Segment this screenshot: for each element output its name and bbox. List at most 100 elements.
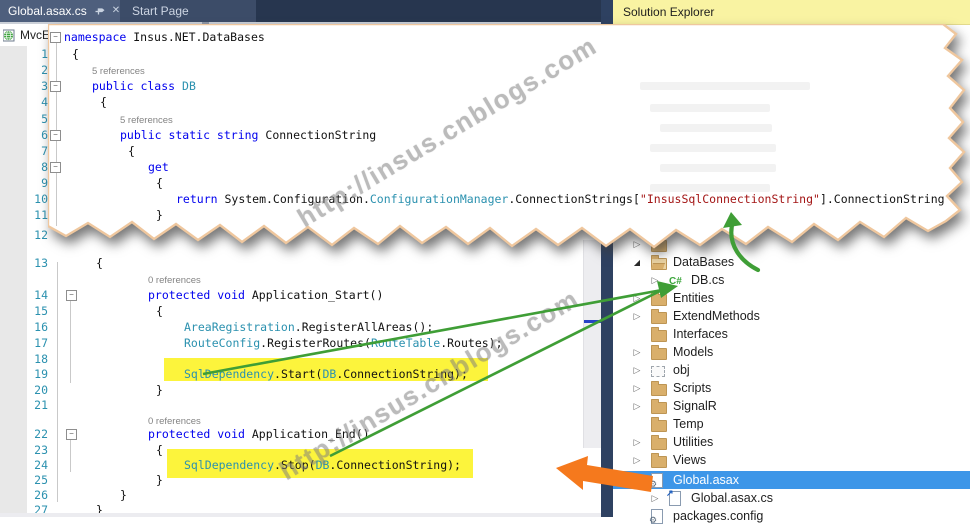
tree-item-signalr[interactable]: ▷SignalR bbox=[613, 397, 970, 415]
line-number: 25 bbox=[26, 473, 48, 487]
tree-item-interfaces[interactable]: Interfaces bbox=[613, 325, 970, 343]
code-line[interactable]: protected void Application_Start() bbox=[148, 288, 383, 302]
line-number: 22 bbox=[26, 427, 48, 441]
code-line[interactable]: } bbox=[156, 473, 163, 487]
indent-guide bbox=[57, 262, 58, 502]
tree-item-label: DataBases bbox=[673, 255, 734, 269]
code-token: AreaRegistration bbox=[184, 320, 295, 334]
tree-item-packages-config[interactable]: ⚙packages.config bbox=[613, 507, 970, 525]
expand-icon[interactable]: ▷ bbox=[650, 275, 660, 286]
breadcrumb-project: MvcE bbox=[20, 28, 50, 42]
folder-icon bbox=[651, 312, 667, 324]
folder-icon bbox=[651, 402, 667, 414]
line-number: 19 bbox=[26, 367, 48, 381]
close-icon[interactable]: ✕ bbox=[112, 6, 120, 16]
tree-item-extendmethods[interactable]: ▷ ExtendMethods bbox=[613, 307, 970, 325]
code-token: protected void bbox=[148, 288, 252, 302]
line-number: 15 bbox=[26, 304, 48, 318]
line-number: 2 bbox=[26, 63, 48, 77]
solution-explorer-header[interactable]: Solution Explorer bbox=[613, 0, 970, 25]
tree-item-utilities[interactable]: ▷ Utilities bbox=[613, 433, 970, 451]
tree-item-temp[interactable]: Temp bbox=[613, 415, 970, 433]
tab-start-page[interactable]: Start Page bbox=[120, 0, 201, 22]
expand-icon[interactable]: ▷ bbox=[632, 401, 642, 412]
folder-icon bbox=[651, 240, 667, 252]
expand-icon[interactable]: ▷ bbox=[632, 437, 642, 448]
tree-item-obj[interactable]: ▷obj bbox=[613, 361, 970, 379]
code-token: SqlDependency bbox=[184, 367, 274, 381]
tree-item-scripts[interactable]: ▷Scripts bbox=[613, 379, 970, 397]
code-token: .ConnectionString); bbox=[329, 458, 461, 472]
line-number: 14 bbox=[26, 288, 48, 302]
expand-icon[interactable]: ▷ bbox=[632, 365, 642, 376]
code-line[interactable]: 0 references bbox=[148, 413, 201, 427]
line-number: 16 bbox=[26, 320, 48, 334]
tree-item-views[interactable]: ▷ Views bbox=[613, 451, 970, 469]
vertical-scrollbar[interactable] bbox=[583, 240, 602, 448]
line-number: 12 bbox=[26, 228, 48, 242]
pane-separator[interactable] bbox=[601, 0, 613, 517]
tree-item-global-asax-cs[interactable]: ▷ ↗ Global.asax.cs bbox=[613, 489, 970, 507]
obj-folder-icon bbox=[651, 366, 665, 377]
expand-icon[interactable]: ▷ bbox=[632, 383, 642, 394]
fold-toggle-icon[interactable]: − bbox=[66, 290, 77, 301]
line-number: 6 bbox=[26, 128, 48, 142]
expand-icon[interactable]: ▷ bbox=[632, 311, 642, 322]
tree-item-models[interactable]: ▷Models bbox=[613, 343, 970, 361]
code-line[interactable]: 0 references bbox=[148, 272, 201, 286]
codelens-references[interactable]: 0 references bbox=[148, 275, 201, 286]
code-line[interactable]: { bbox=[96, 256, 103, 270]
tree-item-global-asax[interactable]: ◢ ⚙ Global.asax bbox=[613, 471, 970, 489]
line-number: 17 bbox=[26, 336, 48, 350]
tree-item-label: Views bbox=[673, 453, 706, 467]
code-token: } bbox=[120, 488, 127, 502]
tree-item-db-cs[interactable]: ▷C#DB.cs bbox=[613, 271, 970, 289]
tree-item-databases[interactable]: ◢ DataBases bbox=[613, 253, 970, 271]
line-number: 1 bbox=[26, 47, 48, 61]
code-line[interactable]: AreaRegistration.RegisterAllAreas(); bbox=[184, 320, 433, 334]
code-token: { bbox=[96, 256, 103, 270]
folder-icon bbox=[651, 438, 667, 450]
folder-icon bbox=[651, 348, 667, 360]
code-line[interactable]: RouteConfig.RegisterRoutes(RouteTable.Ro… bbox=[184, 336, 503, 350]
code-token: SqlDependency bbox=[184, 458, 274, 472]
tab-global-asax-cs[interactable]: Global.asax.cs ✕ bbox=[0, 0, 128, 22]
line-number: 20 bbox=[26, 383, 48, 397]
code-token: RouteConfig bbox=[184, 336, 260, 350]
tree-item-label: Global.asax bbox=[673, 473, 739, 487]
global-asax-icon: ⚙ bbox=[651, 473, 663, 488]
folder-icon bbox=[651, 294, 667, 306]
line-number: 7 bbox=[26, 144, 48, 158]
line-number: 10 bbox=[26, 192, 48, 206]
line-number: 11 bbox=[26, 208, 48, 222]
breadcrumb[interactable]: MvcE bbox=[0, 24, 601, 46]
tree-item-label: ExtendMethods bbox=[673, 309, 760, 323]
expand-icon[interactable]: ▷ bbox=[632, 293, 642, 304]
folder-icon bbox=[651, 384, 667, 396]
pin-icon[interactable] bbox=[94, 6, 105, 17]
code-file-icon: ↗ bbox=[669, 491, 681, 506]
codelens-references[interactable]: 0 references bbox=[148, 416, 201, 427]
code-line[interactable]: { bbox=[156, 443, 163, 457]
code-token: .Start( bbox=[274, 367, 322, 381]
code-line[interactable]: { bbox=[156, 304, 163, 318]
code-line[interactable]: } bbox=[156, 383, 163, 397]
tree-item-label: Global.asax.cs bbox=[691, 491, 773, 505]
line-number: 18 bbox=[26, 352, 48, 366]
collapse-icon[interactable]: ◢ bbox=[632, 258, 642, 267]
tree-item[interactable]: ▷ bbox=[613, 235, 970, 253]
code-token: { bbox=[156, 443, 163, 457]
horizontal-scrollbar[interactable] bbox=[0, 513, 601, 517]
expand-icon[interactable]: ▷ bbox=[632, 239, 642, 250]
tab-active-label: Global.asax.cs bbox=[8, 4, 87, 18]
tree-item-entities[interactable]: ▷Entities bbox=[613, 289, 970, 307]
tree-item-label: Utilities bbox=[673, 435, 713, 449]
code-line[interactable]: } bbox=[120, 488, 127, 502]
expand-icon[interactable]: ▷ bbox=[650, 493, 660, 504]
expand-icon[interactable]: ▷ bbox=[632, 347, 642, 358]
fold-toggle-icon[interactable]: − bbox=[66, 429, 77, 440]
code-token: { bbox=[156, 304, 163, 318]
expand-icon[interactable]: ▷ bbox=[632, 455, 642, 466]
collapse-icon[interactable]: ◢ bbox=[632, 476, 642, 485]
line-number: 21 bbox=[26, 398, 48, 412]
